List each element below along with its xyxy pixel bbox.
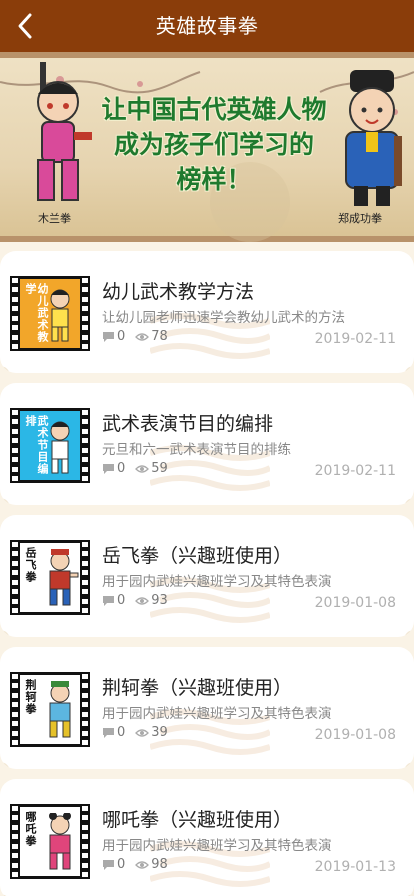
slogan-line-2: 成为孩子们学习的 [113,130,314,159]
lesson-stats: 0 59 [102,461,168,476]
comment-icon [103,331,114,342]
lesson-stats: 0 39 [102,725,168,740]
banner-slogan: 让中国古代英雄人物 成为孩子们学习的 榜样！ [96,92,332,197]
lesson-date: 2019-02-11 [314,331,396,347]
lesson-thumbnail: 岳飞拳 [10,540,90,615]
eye-icon [135,596,150,605]
lesson-description: 用于园内武娃兴趣班学习及其特色表演 [102,706,332,722]
eye-icon [135,860,150,869]
thumbnail-text: 荆轲拳 [24,679,37,715]
banner-caption-right: 郑成功拳 [338,212,382,225]
lesson-description: 用于园内武娃兴趣班学习及其特色表演 [102,574,332,590]
lesson-thumbnail: 哪吒拳 [10,804,90,879]
lesson-description: 让幼儿园老师迅速学会教幼儿武术的方法 [102,310,345,326]
lesson-thumbnail: 幼儿武术教学 [10,276,90,351]
hero-banner: 让中国古代英雄人物 成为孩子们学习的 榜样！ 木兰拳 郑成功拳 [0,52,414,242]
eye-icon [135,728,150,737]
lesson-title: 幼儿武术教学方法 [102,281,255,303]
view-count: 78 [151,329,168,344]
list-item[interactable]: 荆轲拳 荆轲拳（兴趣班使用） 用于园内武娃兴趣班学习及其特色表演 0 39 20… [0,647,414,769]
top-bar: 英雄故事拳 [0,0,414,52]
thumbnail-picture: 哪吒拳 [20,807,80,876]
eye-icon [135,332,150,341]
lesson-stats: 0 78 [102,329,168,344]
view-count: 59 [151,461,168,476]
view-count: 98 [151,857,168,872]
eye-icon [135,464,150,473]
thumbnail-picture: 幼儿武术教学 [20,279,80,348]
thumbnail-text: 岳飞拳 [24,547,37,583]
comment-icon [103,595,114,606]
banner-caption-left: 木兰拳 [38,212,71,225]
slogan-line-3: 榜样！ [176,165,252,194]
page-title: 英雄故事拳 [155,14,259,38]
comment-count: 0 [117,725,126,740]
zheng-chenggong-cartoon-figure [345,70,402,206]
lesson-date: 2019-02-11 [314,463,396,479]
thumbnail-text: 哪吒拳 [24,811,37,847]
comment-icon [103,859,114,870]
comment-count: 0 [117,461,126,476]
lesson-thumbnail: 荆轲拳 [10,672,90,747]
list-item[interactable]: 武术节目编排 武术表演节目的编排 元旦和六一武术表演节目的排练 0 59 201… [0,383,414,505]
comment-count: 0 [117,857,126,872]
thumbnail-picture: 荆轲拳 [20,675,80,744]
comment-icon [103,463,114,474]
lesson-title: 哪吒拳（兴趣班使用） [102,809,293,831]
lesson-thumbnail: 武术节目编排 [10,408,90,483]
lesson-date: 2019-01-08 [314,727,396,743]
thumbnail-picture: 岳飞拳 [20,543,80,612]
list-item[interactable]: 哪吒拳 哪吒拳（兴趣班使用） 用于园内武娃兴趣班学习及其特色表演 0 98 20… [0,779,414,896]
lesson-description: 元旦和六一武术表演节目的排练 [102,442,291,458]
lesson-title: 岳飞拳（兴趣班使用） [102,545,293,567]
lesson-title: 荆轲拳（兴趣班使用） [102,677,293,699]
comment-count: 0 [117,329,126,344]
lesson-stats: 0 98 [102,857,168,872]
lesson-date: 2019-01-13 [314,859,396,875]
thumbnail-picture: 武术节目编排 [20,411,80,480]
lesson-description: 用于园内武娃兴趣班学习及其特色表演 [102,838,332,854]
list-item[interactable]: 幼儿武术教学 幼儿武术教学方法 让幼儿园老师迅速学会教幼儿武术的方法 0 78 … [0,251,414,373]
lesson-title: 武术表演节目的编排 [102,413,274,435]
slogan-line-1: 让中国古代英雄人物 [101,95,327,124]
lesson-stats: 0 93 [102,593,168,608]
view-count: 93 [151,593,168,608]
comment-count: 0 [117,593,126,608]
list-item[interactable]: 岳飞拳 岳飞拳（兴趣班使用） 用于园内武娃兴趣班学习及其特色表演 0 93 20… [0,515,414,637]
comment-icon [103,727,114,738]
lesson-date: 2019-01-08 [314,595,396,611]
mulan-cartoon-figure [37,62,92,201]
view-count: 39 [151,725,168,740]
